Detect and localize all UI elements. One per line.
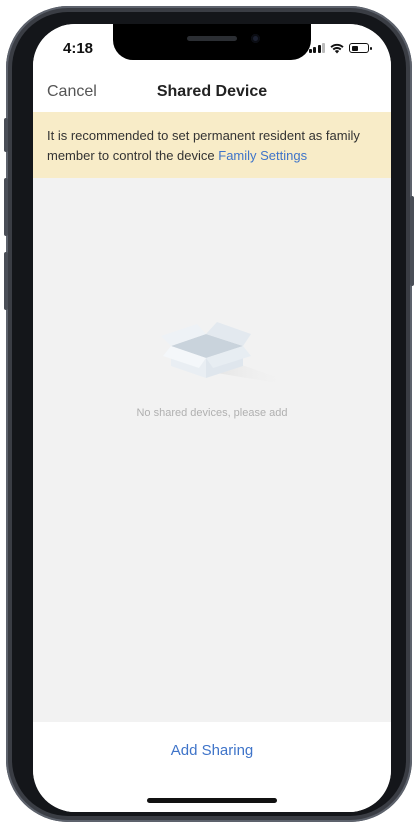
cancel-button[interactable]: Cancel [47,83,97,101]
mute-switch [4,118,8,152]
status-bar: 4:18 [33,24,391,68]
family-settings-link[interactable]: Family Settings [218,148,307,163]
status-time: 4:18 [63,40,94,57]
cellular-signal-icon [308,43,325,53]
screen: 4:18 Cancel Shared Device It is recommen… [33,24,391,812]
front-camera [251,34,260,43]
bottom-bar: Add Sharing [33,722,391,812]
page-title-text: Shared Device [156,83,268,100]
power-button [410,196,414,286]
wifi-icon [330,43,344,53]
volume-up-button [4,178,8,236]
battery-fill [351,45,358,51]
battery-icon [349,43,372,53]
empty-state-message: No shared devices, please add [136,407,288,419]
family-recommendation-banner: It is recommended to set permanent resid… [33,112,391,178]
speaker-grille [187,36,237,41]
home-indicator[interactable] [147,798,277,803]
nav-bar: Cancel Shared Device [33,68,391,112]
status-icons [308,42,372,54]
volume-down-button [4,252,8,310]
banner-text: It is recommended to set permanent resid… [47,128,360,163]
add-sharing-button[interactable]: Add Sharing [33,742,391,759]
notch [113,24,311,60]
open-box-icon [161,322,291,382]
